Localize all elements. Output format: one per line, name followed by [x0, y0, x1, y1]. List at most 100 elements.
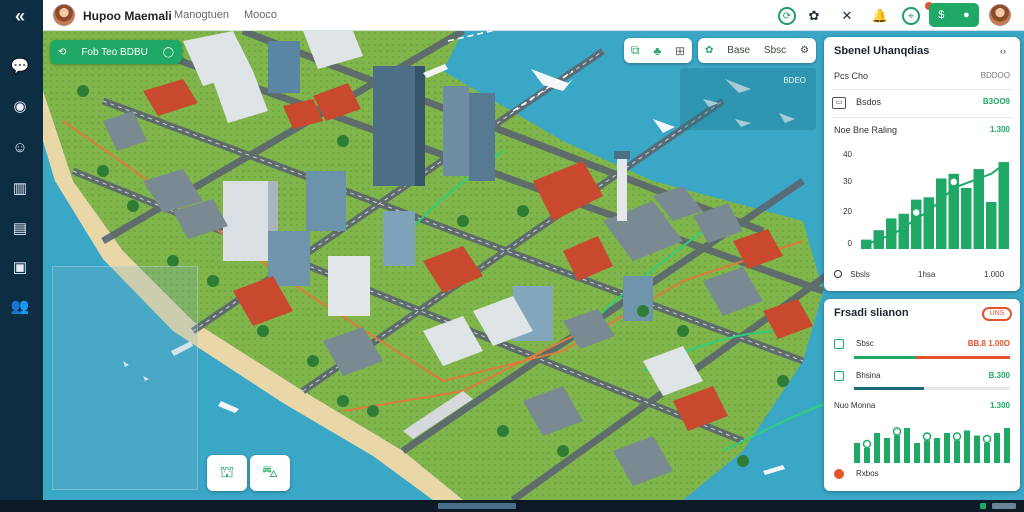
chart-title: Noe Bne Raling — [834, 125, 898, 135]
expand-icon[interactable]: ‹› — [1000, 46, 1006, 56]
status-panel: Frsadi slianon UNS Sbsc BB.8 1.00O Bhsin… — [824, 299, 1020, 491]
chat-icon[interactable]: 💬 — [10, 56, 30, 76]
legend-row: Sbsls — [834, 270, 870, 279]
status-row-1[interactable]: Bhsina B.300 — [834, 371, 1010, 385]
selection-area[interactable] — [52, 266, 198, 490]
tray-icon[interactable] — [980, 503, 986, 509]
chart-bar — [923, 197, 934, 249]
car-icon: ⛍ — [261, 464, 279, 481]
filter-icon: ✿ — [704, 45, 714, 56]
taskbar — [0, 500, 1024, 512]
users-icon[interactable]: 👥 — [10, 296, 30, 316]
profile-avatar[interactable] — [989, 4, 1011, 26]
settings-icon[interactable]: ✿ — [805, 7, 823, 25]
layers-icon[interactable]: ⧉ — [631, 43, 640, 58]
action-button[interactable]: $ ● — [929, 3, 979, 27]
traffic-panel: Sbenel Uhanqdias ‹› Pcs Cho BDDOO ▭ Bsdo… — [824, 37, 1020, 291]
face-icon[interactable]: ☺ — [10, 137, 30, 157]
status-chart-bar — [894, 435, 900, 463]
status-progress-0 — [854, 356, 1010, 359]
share-icon[interactable]: ⚙ — [800, 45, 809, 56]
legend-item-0: Sbsls — [850, 270, 870, 279]
status-row-label: Nuo Monna — [834, 401, 876, 410]
nav-item-management[interactable]: Manogtuen — [174, 9, 229, 21]
search-icon: ◯ — [162, 46, 174, 58]
bus-stop-button[interactable]: ⛫ — [207, 455, 247, 491]
status-chart-marker — [952, 432, 962, 441]
status-progress-1 — [854, 387, 1010, 390]
user-avatar[interactable] — [53, 4, 75, 26]
divider — [832, 89, 1012, 90]
status-chart-marker — [982, 434, 992, 444]
legend-item-1: 1hsa — [918, 270, 936, 279]
filter-label-b[interactable]: Sbsc — [764, 45, 786, 56]
app-brand: Hupoo Maemali — [83, 9, 172, 23]
top-bar: Hupoo Maemali Manogtuen Mooco ⟳ ✿ ✕ 🔔 ⌖ … — [43, 0, 1024, 31]
chart-bar — [898, 213, 909, 249]
progress-fill-green — [854, 356, 917, 359]
status-row-label: Bhsina — [856, 371, 881, 380]
status-chart-marker — [892, 427, 902, 436]
tools-icon[interactable]: ✕ — [838, 7, 856, 25]
trend-marker — [911, 207, 921, 218]
bus-icon: ⛫ — [219, 464, 235, 481]
divider — [832, 117, 1012, 118]
status-row-value: B.300 — [988, 371, 1010, 380]
chart-bar — [961, 187, 972, 249]
chart-bar — [973, 169, 984, 249]
nav-item-mode[interactable]: Mooco — [244, 9, 277, 21]
traffic-bar-chart — [861, 162, 1009, 249]
status-chart-bar — [924, 440, 930, 463]
taskbar-item[interactable] — [438, 503, 516, 509]
status-chart-bar — [964, 430, 970, 463]
status-row-v1: BB.8 — [967, 339, 986, 348]
vehicle-button[interactable]: ⛍ — [250, 455, 290, 491]
map-search-chip[interactable]: ⟲ Fob Teo BDBU ◯ — [50, 40, 182, 64]
chart-value: 1.300 — [989, 125, 1010, 134]
filter-label-a[interactable]: Base — [727, 45, 750, 56]
status-footer[interactable]: Rxbos — [834, 469, 1010, 483]
stat-label: Bsdos — [856, 97, 882, 107]
y-tick-30: 30 — [843, 177, 852, 186]
status-row-label: Sbsc — [856, 339, 874, 348]
stat-row[interactable]: ▭ Bsdos B3OO9 — [832, 97, 1012, 111]
status-chart-marker — [862, 439, 872, 449]
cart-icon[interactable]: ⊞ — [675, 44, 685, 58]
map-tools-chip[interactable]: ⧉ ♣ ⊞ — [624, 38, 692, 63]
tray-clock[interactable] — [992, 503, 1016, 509]
chart-bar — [911, 199, 922, 249]
map-filter-chip[interactable]: ✿ Base Sbsc ⚙ — [698, 38, 816, 63]
status-chart-bar — [954, 440, 960, 463]
building-icon[interactable]: ▥ — [10, 178, 30, 198]
legend-item-2: 1.000 — [984, 270, 1005, 279]
tree-icon[interactable]: ♣ — [653, 44, 661, 58]
status-pill[interactable]: UNS — [982, 307, 1012, 321]
status-row-0[interactable]: Sbsc BB.8 1.00O — [834, 339, 1010, 353]
progress-fill-teal — [854, 387, 925, 390]
legend-dot-icon — [834, 270, 842, 278]
status-chart-bar — [904, 428, 910, 463]
location-icon[interactable]: ⌖ — [902, 7, 920, 25]
trend-marker — [949, 177, 959, 187]
collapse-icon[interactable]: « — [10, 6, 30, 26]
globe-icon[interactable]: ◉ — [10, 96, 30, 116]
status-row-value: 1.300 — [989, 401, 1010, 410]
status-row-icon — [834, 339, 844, 349]
document-icon[interactable]: ▤ — [10, 218, 30, 238]
notification-icon[interactable]: 🔔 — [871, 7, 889, 25]
flights-overlay[interactable]: BDEO — [680, 68, 816, 130]
search-chip-label: Fob Teo BDBU — [81, 46, 148, 58]
y-tick-40: 40 — [843, 150, 852, 159]
y-tick-20: 20 — [843, 207, 852, 216]
status-chart-bar — [994, 433, 1000, 463]
status-panel-title: Frsadi slianon — [834, 307, 909, 319]
refresh-icon[interactable]: ⟳ — [778, 7, 796, 25]
y-tick-0: 0 — [847, 239, 852, 248]
image-icon[interactable]: ▣ — [10, 257, 30, 277]
status-chart-bar — [974, 435, 980, 463]
progress-fill-red — [916, 356, 1010, 359]
alert-icon — [834, 469, 844, 479]
status-chart-bar — [1004, 428, 1010, 463]
flights-label: BDEO — [783, 76, 806, 85]
chart-bar — [936, 178, 947, 249]
